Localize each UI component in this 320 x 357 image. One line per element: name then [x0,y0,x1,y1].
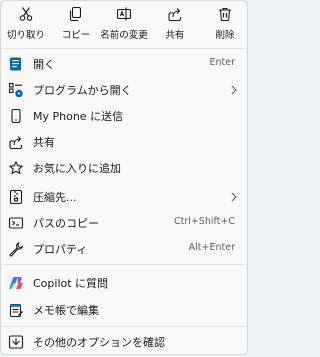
zip-icon [9,189,23,205]
menu-item-label: プログラムから開く [33,84,132,97]
share-button[interactable]: 共有 [153,1,197,45]
context-menu-toolbar: 切り取り コピー 名前の変更 共有 削除 [1,1,247,45]
share-icon [9,135,23,150]
context-menu: 切り取り コピー 名前の変更 共有 削除 開く Enter プログラムから開く … [0,0,248,355]
menu-item-label: My Phone に送信 [33,110,124,123]
menu-divider [1,326,247,327]
menu-item-shortcut: Enter [209,57,236,68]
notepad-icon [9,303,23,317]
menu-item-shortcut: Alt+Enter [188,242,235,253]
menu-item-shortcut: Ctrl+Shift+C [173,216,235,227]
delete-button[interactable]: 削除 [203,1,247,45]
menu-item-send-to-phone[interactable]: My Phone に送信 [5,105,243,127]
menu-item-label: その他のオプションを確認 [33,336,165,349]
share-label: 共有 [165,30,185,41]
menu-item-share[interactable]: 共有 [5,131,243,153]
star-icon [9,161,23,175]
cut-button[interactable]: 切り取り [3,1,49,45]
cut-label: 切り取り [6,30,45,41]
trash-icon [218,7,232,22]
menu-item-show-more-options[interactable]: その他のオプションを確認 [5,331,243,353]
menu-item-properties[interactable]: プロパティ Alt+Enter [5,238,243,260]
menu-item-label: 開く [33,58,55,71]
open-with-icon [8,82,23,98]
menu-divider [1,264,247,265]
menu-item-label: プロパティ [33,243,88,256]
menu-item-label: パスのコピー [33,217,99,230]
share-icon [168,7,182,22]
wrench-icon [9,242,23,257]
menu-item-label: Copilot に質問 [33,277,109,290]
menu-item-open[interactable]: 開く Enter [5,53,243,75]
copy-label: コピー [61,30,91,41]
chevron-right-icon [229,191,239,203]
rename-label: 名前の変更 [100,30,148,41]
menu-item-copy-path[interactable]: パスのコピー Ctrl+Shift+C [5,212,243,234]
menu-item-label: 圧縮先... [33,191,77,204]
copy-button[interactable]: コピー [54,1,98,45]
menu-item-compress-to[interactable]: 圧縮先... [5,186,243,208]
rename-icon [116,7,132,21]
menu-item-add-favorite[interactable]: お気に入りに追加 [5,157,243,179]
scissors-icon [19,7,33,21]
open-icon [9,57,23,71]
menu-item-label: メモ帳で編集 [33,304,99,317]
toolbar-divider [1,48,247,49]
phone-icon [9,108,23,124]
copy-path-icon [8,216,24,230]
menu-item-label: お気に入りに追加 [33,162,121,175]
more-options-icon [8,335,24,349]
chevron-right-icon [229,84,239,96]
rename-button[interactable]: 名前の変更 [98,1,150,45]
copilot-icon [9,276,23,290]
menu-item-open-with[interactable]: プログラムから開く [5,79,243,101]
delete-label: 削除 [215,30,235,41]
menu-item-ask-copilot[interactable]: Copilot に質問 [5,272,243,294]
copy-icon [69,6,83,22]
menu-item-label: 共有 [33,136,55,149]
menu-item-edit-notepad[interactable]: メモ帳で編集 [5,299,243,321]
